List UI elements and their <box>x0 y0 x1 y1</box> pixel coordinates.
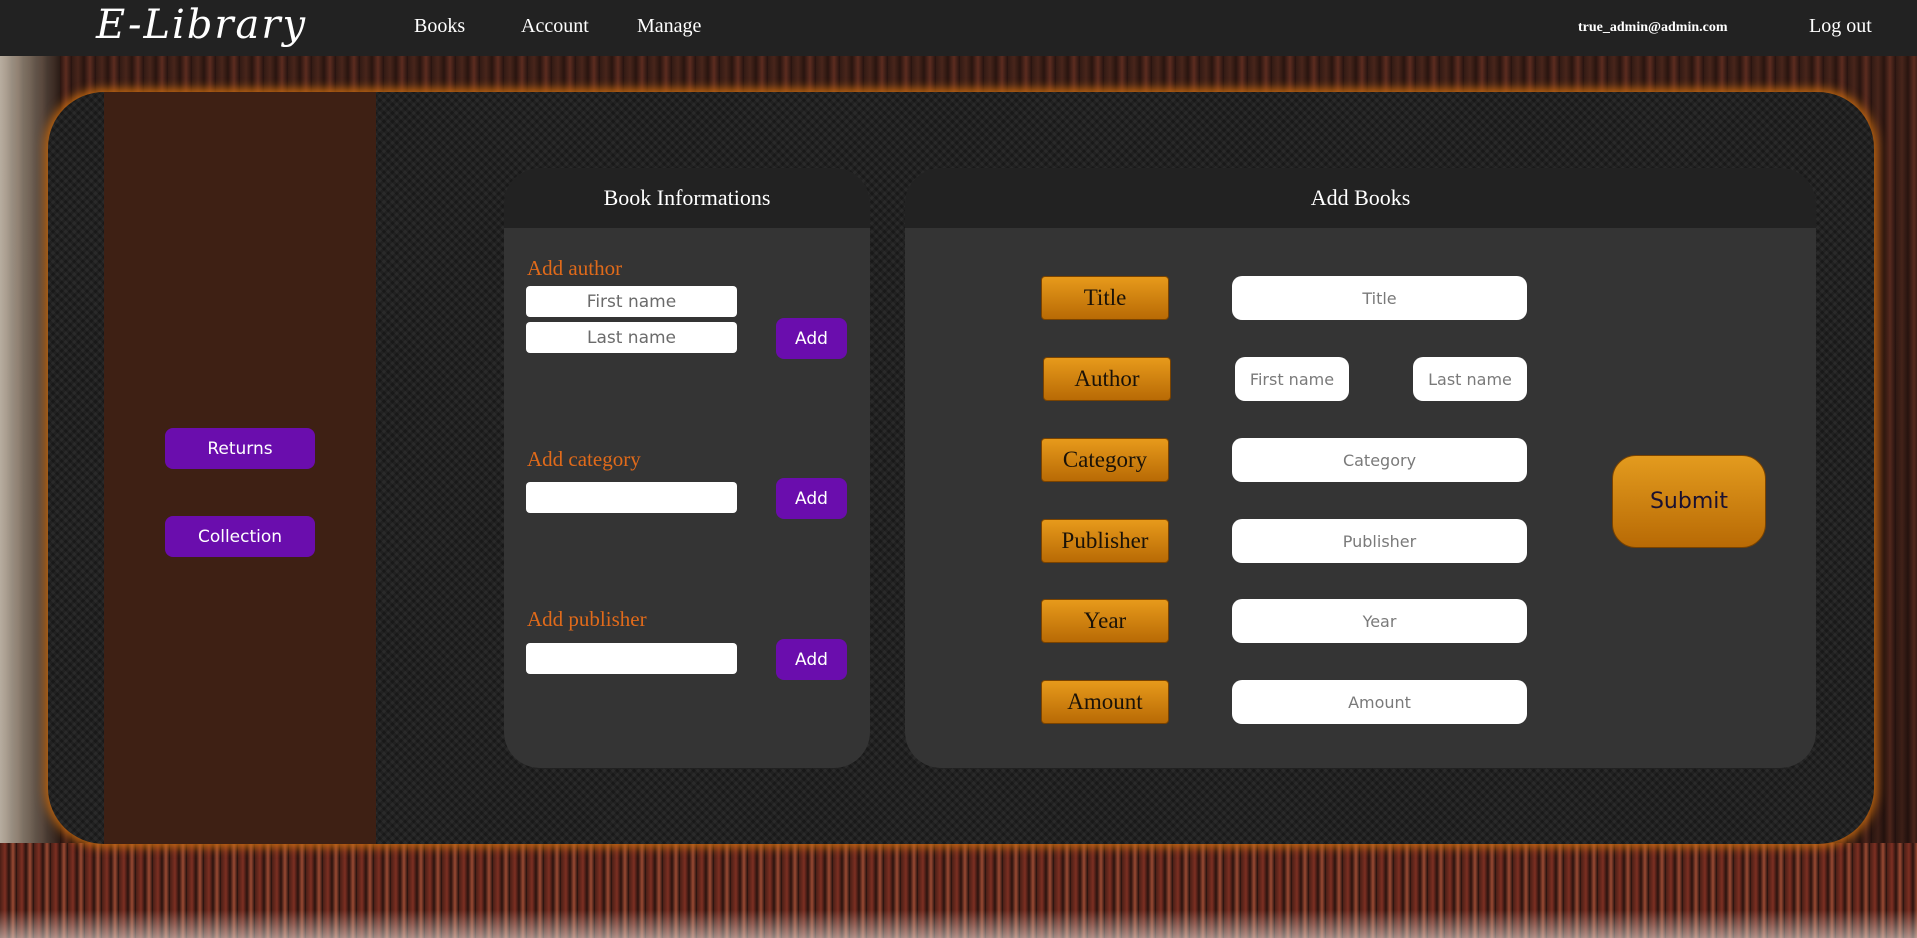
author-first-name-field[interactable] <box>1235 357 1349 401</box>
publisher-field-label: Publisher <box>1041 519 1169 563</box>
add-category-button[interactable]: Add <box>776 478 847 519</box>
add-category-label: Add category <box>527 447 641 471</box>
author-last-name-input[interactable] <box>526 322 737 353</box>
main-panel: Returns Collection Book Informations Add… <box>48 92 1874 844</box>
collection-button[interactable]: Collection <box>165 516 315 557</box>
author-last-name-field[interactable] <box>1413 357 1527 401</box>
add-publisher-label: Add publisher <box>527 607 647 631</box>
category-input[interactable] <box>526 482 737 513</box>
background-bookshelf-bottom <box>0 843 1917 938</box>
site-logo[interactable]: E-Library <box>96 2 307 48</box>
logout-link[interactable]: Log out <box>1809 15 1872 38</box>
top-navbar: E-Library Books Account Manage true_admi… <box>0 0 1917 56</box>
amount-field-label: Amount <box>1041 680 1169 724</box>
add-books-header: Add Books <box>905 168 1816 228</box>
publisher-input[interactable] <box>526 643 737 674</box>
submit-button[interactable]: Submit <box>1612 455 1766 548</box>
add-publisher-button[interactable]: Add <box>776 639 847 680</box>
category-field-label: Category <box>1041 438 1169 482</box>
side-menu: Returns Collection <box>104 92 376 844</box>
amount-field-input[interactable] <box>1232 680 1527 724</box>
book-informations-header: Book Informations <box>504 168 870 228</box>
add-books-card: Add Books Title Author Category Publishe… <box>905 168 1816 768</box>
year-field-input[interactable] <box>1232 599 1527 643</box>
book-informations-card: Book Informations Add author Add Add cat… <box>504 168 870 768</box>
category-field-input[interactable] <box>1232 438 1527 482</box>
nav-books-link[interactable]: Books <box>414 15 465 38</box>
title-input[interactable] <box>1232 276 1527 320</box>
add-author-label: Add author <box>527 256 623 280</box>
returns-button[interactable]: Returns <box>165 428 315 469</box>
nav-manage-link[interactable]: Manage <box>637 15 701 38</box>
author-field-label: Author <box>1043 357 1171 401</box>
user-email: true_admin@admin.com <box>1578 20 1728 35</box>
year-field-label: Year <box>1041 599 1169 643</box>
add-author-button[interactable]: Add <box>776 318 847 359</box>
publisher-field-input[interactable] <box>1232 519 1527 563</box>
nav-account-link[interactable]: Account <box>521 15 589 38</box>
title-field-label: Title <box>1041 276 1169 320</box>
author-first-name-input[interactable] <box>526 286 737 317</box>
